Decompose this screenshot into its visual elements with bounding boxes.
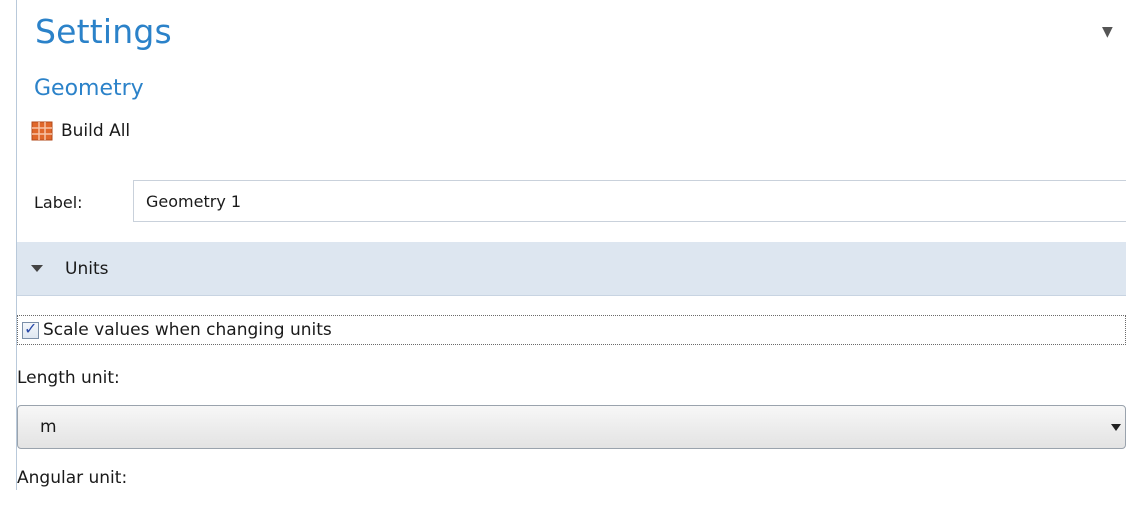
build-all-button[interactable]: Build All [31, 118, 130, 144]
units-section-header[interactable]: Units [17, 242, 1126, 296]
collapse-triangle-icon [31, 265, 43, 272]
label-caption: Label: [34, 192, 83, 212]
length-unit-value: m [40, 417, 57, 437]
panel-title: Settings [35, 12, 172, 51]
length-unit-select[interactable]: m [17, 405, 1126, 449]
scale-values-checkbox-row[interactable]: ✓ Scale values when changing units [17, 315, 1126, 345]
label-input[interactable] [133, 180, 1126, 222]
scale-values-checkbox[interactable]: ✓ [22, 318, 39, 339]
angular-unit-caption: Angular unit: [17, 468, 128, 488]
geometry-build-icon [31, 121, 53, 141]
settings-window: Settings ▼ Geometry Build All Label: Uni… [0, 0, 1126, 527]
scale-values-label: Scale values when changing units [43, 320, 332, 340]
length-unit-caption: Length unit: [17, 368, 120, 388]
dropdown-arrow-icon [1111, 424, 1121, 431]
units-section-label: Units [65, 258, 109, 279]
checkmark-icon: ✓ [24, 318, 38, 338]
label-row: Label: [34, 180, 1126, 224]
build-all-label: Build All [61, 121, 131, 141]
panel-menu-icon[interactable]: ▼ [1102, 24, 1113, 40]
node-title: Geometry [34, 76, 144, 101]
